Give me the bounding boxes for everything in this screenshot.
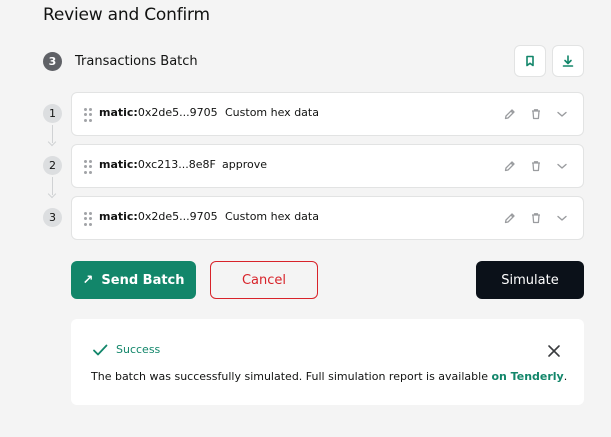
trash-icon[interactable]	[528, 106, 544, 122]
chevron-down-icon[interactable]	[554, 210, 570, 226]
transaction-row-2[interactable]: matic:0xc213...8e8F approve	[71, 144, 584, 188]
tx-chain-prefix: matic:	[99, 158, 138, 171]
tx-index-3: 3	[43, 208, 62, 227]
trash-icon[interactable]	[528, 210, 544, 226]
tx-address: matic:0xc213...8e8F	[99, 158, 216, 171]
check-icon	[93, 344, 108, 356]
tx-connector	[52, 177, 53, 195]
chevron-down-icon[interactable]	[554, 106, 570, 122]
page-title: Review and Confirm	[43, 5, 210, 25]
edit-icon[interactable]	[502, 158, 518, 174]
step-badge: 3	[43, 52, 62, 71]
tx-method: Custom hex data	[225, 210, 319, 223]
tx-method: approve	[222, 158, 267, 171]
tenderly-link[interactable]: on Tenderly	[491, 370, 563, 383]
simulation-result-card: Success The batch was successfully simul…	[71, 319, 584, 405]
tx-hash: 0xc213...8e8F	[137, 158, 216, 171]
tx-index-1: 1	[43, 104, 62, 123]
transaction-row-1[interactable]: matic:0x2de5...9705 Custom hex data	[71, 92, 584, 136]
drag-handle-icon[interactable]	[84, 108, 92, 122]
trash-icon[interactable]	[528, 158, 544, 174]
batch-title: Transactions Batch	[75, 54, 198, 69]
bookmark-button[interactable]	[514, 45, 546, 77]
drag-handle-icon[interactable]	[84, 212, 92, 226]
arrow-up-right-icon: ↗	[82, 272, 94, 288]
drag-handle-icon[interactable]	[84, 160, 92, 174]
bookmark-icon	[526, 55, 534, 67]
tx-address: matic:0x2de5...9705	[99, 106, 218, 119]
result-message: The batch was successfully simulated. Fu…	[91, 370, 567, 383]
tx-chain-prefix: matic:	[99, 210, 138, 223]
edit-icon[interactable]	[502, 106, 518, 122]
tx-address: matic:0x2de5...9705	[99, 210, 218, 223]
simulate-button[interactable]: Simulate	[476, 261, 584, 299]
edit-icon[interactable]	[502, 210, 518, 226]
transaction-row-3[interactable]: matic:0x2de5...9705 Custom hex data	[71, 196, 584, 240]
close-icon[interactable]	[546, 343, 562, 359]
result-message-end: .	[563, 370, 568, 383]
result-message-text: The batch was successfully simulated. Fu…	[91, 370, 492, 383]
tx-hash: 0x2de5...9705	[137, 106, 218, 119]
send-batch-button[interactable]: ↗ Send Batch	[71, 261, 196, 299]
chevron-down-icon[interactable]	[554, 158, 570, 174]
tx-method: Custom hex data	[225, 106, 319, 119]
cancel-button[interactable]: Cancel	[210, 261, 318, 299]
download-button[interactable]	[552, 45, 584, 77]
result-status: Success	[116, 343, 161, 356]
tx-hash: 0x2de5...9705	[137, 210, 218, 223]
send-batch-label: Send Batch	[101, 272, 185, 288]
download-icon	[562, 55, 574, 67]
tx-chain-prefix: matic:	[99, 106, 138, 119]
tx-connector	[52, 125, 53, 143]
tx-index-2: 2	[43, 156, 62, 175]
